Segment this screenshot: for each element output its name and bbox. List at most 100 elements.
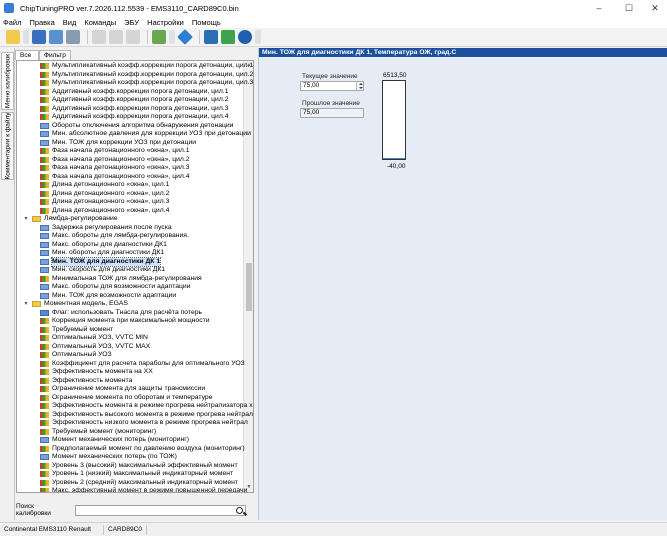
diamond-icon[interactable] — [177, 29, 193, 45]
tree-item[interactable]: Требуемый момент — [17, 326, 243, 335]
tree-item[interactable]: Мультипликативный коэфф.коррекции порога… — [17, 62, 253, 71]
copy-icon[interactable] — [92, 30, 106, 44]
value-icon — [40, 437, 49, 444]
tree-item[interactable]: Момент механических потерь (мониторинг) — [17, 436, 243, 445]
tree-item[interactable]: Уровень 3 (высокий) максимальный эффекти… — [17, 462, 243, 471]
save-as-icon[interactable] — [49, 30, 63, 44]
dropdown-arrow-icon[interactable] — [23, 30, 29, 44]
value-icon — [40, 284, 49, 291]
minimize-button[interactable]: – — [587, 0, 611, 16]
tree-item[interactable]: Ограничение момента для защиты трансмисс… — [17, 385, 243, 394]
tree-item[interactable]: Мультипликативный коэфф.коррекции порога… — [17, 79, 253, 88]
tab-filter[interactable]: Фильтр — [39, 50, 71, 60]
undo-icon[interactable] — [126, 30, 140, 44]
status-bar: Continental EMS3110 Renault CARD89C0 — [0, 522, 667, 536]
tree-item[interactable]: Мин. абсолютное давления для коррекции У… — [17, 130, 251, 139]
search-icon[interactable] — [236, 506, 243, 514]
tree-item[interactable]: Макс. обороты для возможности адаптации — [17, 283, 243, 292]
tree-item[interactable]: Аддитивный коэфф.коррекции порога детона… — [17, 88, 243, 97]
compare-icon[interactable] — [66, 30, 80, 44]
open-folder-icon[interactable] — [6, 30, 20, 44]
close-button[interactable]: ✕ — [643, 0, 667, 16]
value-gauge — [382, 80, 406, 160]
menu-file[interactable]: Файл — [3, 18, 21, 27]
tree-item[interactable]: Фаза начала детонационного «окна», цил.2 — [17, 156, 243, 165]
tree-item-label: Уровень 2 (средний) максимальный индикат… — [52, 478, 239, 486]
tree-item[interactable]: Мин. ТОЖ для диагностики ДК 1 — [17, 256, 243, 267]
tree-item[interactable]: Задержка регулирования после пуска — [17, 224, 243, 233]
save-icon[interactable] — [32, 30, 46, 44]
tree-item[interactable]: Предполагаемый момент по давлению воздух… — [17, 445, 245, 454]
paste-icon[interactable] — [109, 30, 123, 44]
tree-folder[interactable]: ▾ Лямбда-регулирование — [17, 215, 243, 224]
tree-item[interactable]: Аддитивный коэфф.коррекции порога детона… — [17, 96, 243, 105]
maximize-button[interactable]: ☐ — [617, 0, 641, 16]
tree-item[interactable]: Уровень 2 (средний) максимальный индикат… — [17, 479, 243, 488]
tree-item-label: Эффективность момента в режиме прогрева … — [52, 402, 253, 409]
current-value-field[interactable]: 75,00 — [300, 81, 364, 91]
tree-item[interactable]: Оптимальный УОЗ, VVTC MIN — [17, 334, 243, 343]
tree-item[interactable]: Обороты отключения алгоритма обнаружения… — [17, 122, 243, 131]
folder-icon — [32, 301, 41, 308]
tree-item[interactable]: Эффективность момента — [17, 377, 243, 386]
tree-item[interactable]: Коррекция момента при максимальной мощно… — [17, 317, 243, 326]
tree-item[interactable]: Длина детонационного «окна», цил.4 — [17, 207, 243, 216]
tree-item[interactable]: Макс. обороты для лямбда-регулирования. — [17, 232, 243, 241]
tab-file-comments[interactable]: Комментарии к файлу — [1, 112, 14, 180]
tree-item-label: Фаза начала детонационного «окна», цил.2 — [52, 155, 190, 163]
search-input[interactable] — [74, 504, 246, 516]
tree-item[interactable]: Длина детонационного «окна», цил.2 — [17, 190, 243, 199]
tree-item[interactable]: Мин. ТОЖ для коррекции УОЗ при детонации — [17, 139, 243, 148]
tree-item[interactable]: Длина детонационного «окна», цил.1 — [17, 181, 243, 190]
tree-item[interactable]: Коэффициент для расчета параболы для опт… — [17, 360, 245, 369]
tree-item[interactable]: Длина детонационного «окна», цил.3 — [17, 198, 243, 207]
tree-item[interactable]: Эффективность низкого момента в режиме п… — [17, 419, 248, 428]
tree-item[interactable]: Требуемый момент (мониторинг) — [17, 428, 243, 437]
search-icon[interactable] — [204, 30, 218, 44]
tree-item[interactable]: Фаза начала детонационного «окна», цил.3 — [17, 164, 243, 173]
tree-item[interactable]: Макс. эффективный момент в режиме повыше… — [17, 487, 247, 492]
tab-calibration-menu[interactable]: Меню калибровок — [1, 52, 14, 110]
menu-commands[interactable]: Команды — [84, 18, 116, 27]
tree-item[interactable]: Мин. обороты для диагностики ДК1 — [17, 249, 243, 258]
tree-item[interactable]: Мин. ТОЖ для возможности адаптации — [17, 292, 243, 301]
expand-arrow-icon[interactable]: ▾ — [23, 300, 29, 309]
tree-item-label: Минимальная ТОЖ для лямбда-регулирования — [52, 274, 202, 282]
ecu-connect-icon[interactable] — [152, 30, 166, 44]
calibration-tree[interactable]: ▲ ▼ Мультипликативный коэфф.коррекции по… — [16, 60, 254, 493]
tree-item[interactable]: Аддитивный коэфф.коррекции порога детона… — [17, 113, 243, 122]
help-icon[interactable] — [238, 30, 252, 44]
tab-all[interactable]: Все — [15, 50, 39, 60]
tree-item[interactable]: Уровень 1 (низкий) максимальный индикато… — [17, 470, 243, 479]
update-icon[interactable] — [221, 30, 235, 44]
tree-item-label: Уровень 3 (высокий) максимальный эффекти… — [52, 461, 238, 469]
tree-item[interactable]: Ограничение момента по оборотам и темпер… — [17, 394, 243, 403]
tree-item[interactable]: Фаза начала детонационного «окна», цил.4 — [17, 173, 243, 182]
expand-arrow-icon[interactable]: ▾ — [23, 215, 29, 224]
search-label: Поиск калибровки — [16, 503, 51, 517]
tree-item[interactable]: Эффективность момента на XX — [17, 368, 243, 377]
menu-help[interactable]: Помощь — [192, 18, 221, 27]
tree-item[interactable]: Аддитивный коэфф.коррекции порога детона… — [17, 105, 243, 114]
menu-settings[interactable]: Настройки — [147, 18, 184, 27]
tree-item[interactable]: Минимальная ТОЖ для лямбда-регулирования — [17, 275, 243, 284]
dropdown-arrow-icon[interactable] — [169, 30, 175, 44]
scrollbar-thumb[interactable] — [246, 263, 252, 311]
tree-item[interactable]: Эффективность момента в режиме прогрева … — [17, 402, 253, 411]
tree-item[interactable]: Флаг: использовать Тнасла для расчёта по… — [17, 309, 243, 318]
tree-folder[interactable]: ▾ Моментная модель, EGAS — [17, 300, 243, 309]
dropdown-arrow-icon[interactable] — [255, 30, 261, 44]
tree-item[interactable]: Оптимальный УОЗ, VVTC MAX — [17, 343, 243, 352]
tree-item[interactable]: Момент механических потерь (по ТОЖ) — [17, 453, 243, 462]
tree-item[interactable]: Мультипликативный коэфф.коррекции порога… — [17, 71, 253, 80]
tree-item[interactable]: Оптимальный УОЗ — [17, 351, 243, 360]
menu-view[interactable]: Вид — [63, 18, 77, 27]
menu-edit[interactable]: Правка — [29, 18, 54, 27]
menu-ecu[interactable]: ЭБУ — [124, 18, 139, 27]
window-title: ChipTuningPRO ver.7.2026.112.5539 - EMS3… — [20, 3, 239, 13]
tree-item[interactable]: Макс. обороты для диагностики ДК1 — [17, 241, 243, 250]
tree-item[interactable]: Эффективность высокого момента в режиме … — [17, 411, 253, 420]
tree-item[interactable]: Фаза начала детонационного «окна», цил.1 — [17, 147, 243, 156]
tree-item[interactable]: Мин. скорость для диагностики ДК1 — [17, 266, 243, 275]
spin-arrows-icon[interactable] — [356, 82, 363, 90]
